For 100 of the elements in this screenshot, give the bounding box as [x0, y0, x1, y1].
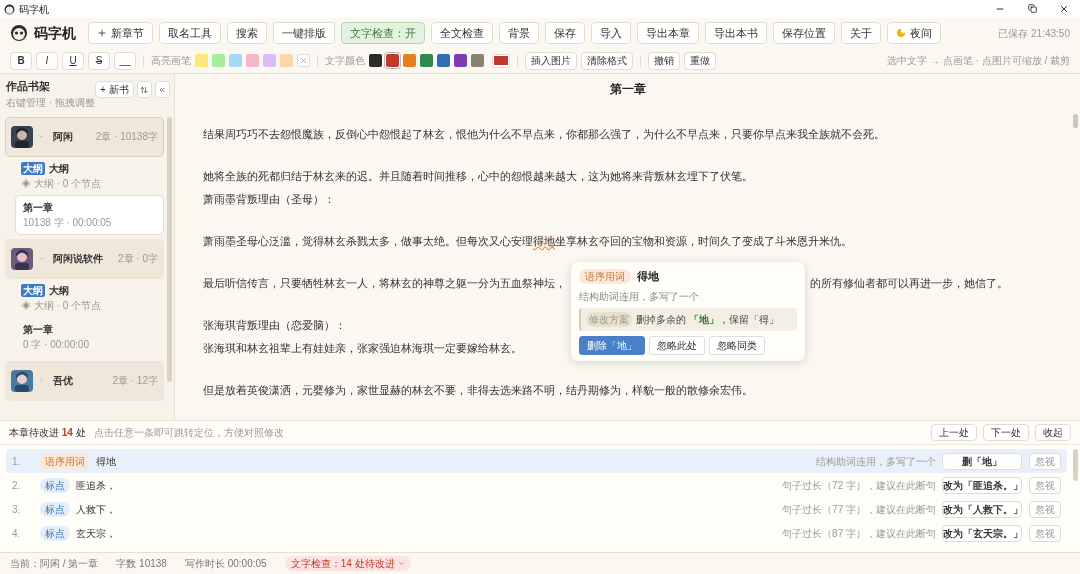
fix-label: 修改方案: [586, 311, 632, 327]
toolbar-button[interactable]: 保存位置: [773, 22, 835, 44]
scrollbar[interactable]: [1073, 449, 1078, 481]
caret-icon: [38, 377, 45, 384]
issue-note: 句子过长（87 字），建议在此断句: [782, 526, 936, 541]
popup-description: 结构助词连用，多写了一个: [579, 289, 700, 304]
issue-nav-button[interactable]: 收起: [1035, 424, 1071, 441]
apply-fix-button[interactable]: 改为「匪追杀。」: [942, 476, 1022, 494]
plus-icon: [97, 28, 107, 38]
toolbar-toggle[interactable]: 文字检查：开: [341, 22, 425, 44]
clear-highlight-button[interactable]: [297, 54, 310, 67]
apply-fix-button[interactable]: 删「地」: [942, 452, 1022, 470]
highlight-swatch[interactable]: [263, 54, 276, 67]
issue-nav-button[interactable]: 上一处: [931, 424, 977, 441]
text-color-swatch[interactable]: [369, 54, 382, 67]
highlight-swatch[interactable]: [229, 54, 242, 67]
toolbar-button[interactable]: 取名工具: [159, 22, 221, 44]
close-icon: [299, 56, 308, 65]
paragraph-text: 张海琪背叛理由（恋爱脑）：: [203, 318, 346, 333]
toolbar-button[interactable]: 全文检查: [431, 22, 493, 44]
book-card[interactable]: 阿闲说软件 2章 · 0字: [5, 238, 164, 279]
check-status-button[interactable]: 文字检查：14 处待改进: [284, 556, 411, 571]
format-action-button[interactable]: 插入图片: [525, 51, 577, 70]
issue-row[interactable]: 2. 标点 匪追杀， 句子过长（72 字），建议在此断句 改为「匪追杀。」 忽视: [6, 473, 1067, 497]
caret-icon: [397, 560, 405, 567]
toolbar-button[interactable]: 导出本书: [705, 22, 767, 44]
toolbar-button[interactable]: 一键排版: [273, 22, 335, 44]
save-status: 已保存 21:43:50: [998, 26, 1070, 41]
night-mode-button[interactable]: 夜间: [887, 22, 941, 44]
paragraph-text: 萧雨墨背叛理由（圣母）：: [203, 192, 335, 207]
format-button[interactable]: U: [62, 51, 84, 70]
format-button[interactable]: __: [114, 51, 136, 70]
caret-icon: [38, 133, 45, 140]
issue-row[interactable]: 3. 标点 人救下， 句子过长（77 字），建议在此断句 改为「人救下。」 忽视: [6, 497, 1067, 521]
sort-icon: [140, 85, 148, 94]
issue-summary: 本章待改进 14 处: [9, 426, 86, 440]
new-chapter-button[interactable]: 新章节: [88, 22, 153, 44]
text-color-swatch[interactable]: [437, 54, 450, 67]
outline-item[interactable]: 大纲 大纲 ◈ 大纲 · 0 个节点: [15, 158, 164, 193]
chapter-title: 第一章: [23, 322, 54, 337]
paragraph-text: 结果周巧巧不去怨恨魔族，反倒心中怨恨起了林玄，恨他为什么不早点来，你都那么强了，为什么不早点来，只要你早点来我全族就不会死。: [203, 127, 885, 142]
toolbar-button[interactable]: 关于: [841, 22, 881, 44]
highlight-swatch[interactable]: [195, 54, 208, 67]
popup-tag: 语序用词: [579, 268, 631, 284]
history-button[interactable]: 撤销: [648, 51, 680, 70]
format-action-button[interactable]: 清除格式: [581, 51, 633, 70]
collapse-icon: [158, 85, 166, 94]
popup-button[interactable]: 忽略此处: [649, 335, 705, 355]
text-color-swatch[interactable]: [403, 54, 416, 67]
issue-tag: 标点: [40, 477, 70, 493]
sort-button[interactable]: [136, 81, 152, 98]
collapse-button[interactable]: [154, 81, 170, 98]
current-color-swatch[interactable]: [492, 53, 510, 68]
issue-note: 句子过长（72 字），建议在此断句: [782, 478, 936, 493]
paragraph-text: 但是放着英俊潇洒，元婴修为，家世显赫的林玄不要，非得去选来路不明，结丹期修为，样貌一般的散修余宏伟。: [203, 383, 753, 398]
scrollbar[interactable]: [167, 116, 172, 382]
text-color-swatch[interactable]: [471, 54, 484, 67]
new-book-button[interactable]: + 新书: [94, 81, 134, 98]
popup-button[interactable]: 删除「地」: [579, 335, 645, 355]
text-color-swatch[interactable]: [420, 54, 433, 67]
text-color-swatch[interactable]: [386, 54, 399, 67]
apply-fix-button[interactable]: 改为「人救下。」: [942, 500, 1022, 518]
outline-badge: 大纲: [21, 283, 45, 297]
text-color-swatch[interactable]: [454, 54, 467, 67]
restore-icon: [1027, 4, 1037, 13]
chapter-item[interactable]: 第一章 10138 字 · 00:00:05: [15, 194, 164, 235]
book-meta: 2章 · 0字: [118, 252, 158, 266]
issue-text: 匪追杀，: [76, 478, 116, 493]
toolbar-button[interactable]: 导入: [591, 22, 631, 44]
highlight-swatch[interactable]: [246, 54, 259, 67]
outline-item[interactable]: 大纲 大纲 ◈ 大纲 · 0 个节点: [15, 280, 164, 315]
book-title: 吾优: [53, 374, 73, 388]
popup-button[interactable]: 忽略同类: [709, 335, 765, 355]
format-hint: 选中文字 → 点画笔 · 点图片可缩放 / 裁剪: [887, 54, 1070, 68]
highlight-swatch[interactable]: [280, 54, 293, 67]
issue-number: 2.: [12, 478, 22, 493]
window-title: 码字机: [19, 2, 49, 17]
issue-nav-button[interactable]: 下一处: [983, 424, 1029, 441]
apply-fix-button[interactable]: 改为「玄天宗。」: [942, 524, 1022, 542]
fix-text: 删掉多余的 「地」，保留「得」: [636, 312, 779, 327]
format-button[interactable]: I: [36, 51, 58, 70]
book-meta: 2章 · 10138字: [95, 130, 158, 144]
highlight-swatch[interactable]: [212, 54, 225, 67]
status-word-count: 字数 10138: [116, 557, 167, 571]
history-button[interactable]: 重做: [684, 51, 716, 70]
book-card[interactable]: 吾优 2章 · 12字: [5, 360, 164, 401]
issue-row[interactable]: 4. 标点 玄天宗， 句子过长（87 字），建议在此断句 改为「玄天宗。」 忽视: [6, 521, 1067, 545]
toolbar-button[interactable]: 导出本章: [637, 22, 699, 44]
toolbar-button[interactable]: 保存: [545, 22, 585, 44]
scrollbar[interactable]: [1073, 114, 1078, 128]
issue-note: 句子过长（77 字），建议在此断句: [782, 502, 936, 517]
book-title: 阿闲说软件: [53, 252, 103, 266]
chapter-item[interactable]: 第一章 0 字 · 00:00:00: [15, 316, 164, 357]
book-card[interactable]: 阿闲 2章 · 10138字: [5, 116, 164, 157]
issue-number: 1.: [12, 454, 22, 469]
issue-tag: 标点: [40, 525, 70, 541]
toolbar-button[interactable]: 背景: [499, 22, 539, 44]
format-button[interactable]: B: [10, 51, 32, 70]
format-button[interactable]: S: [88, 51, 110, 70]
toolbar-button[interactable]: 搜索: [227, 22, 267, 44]
